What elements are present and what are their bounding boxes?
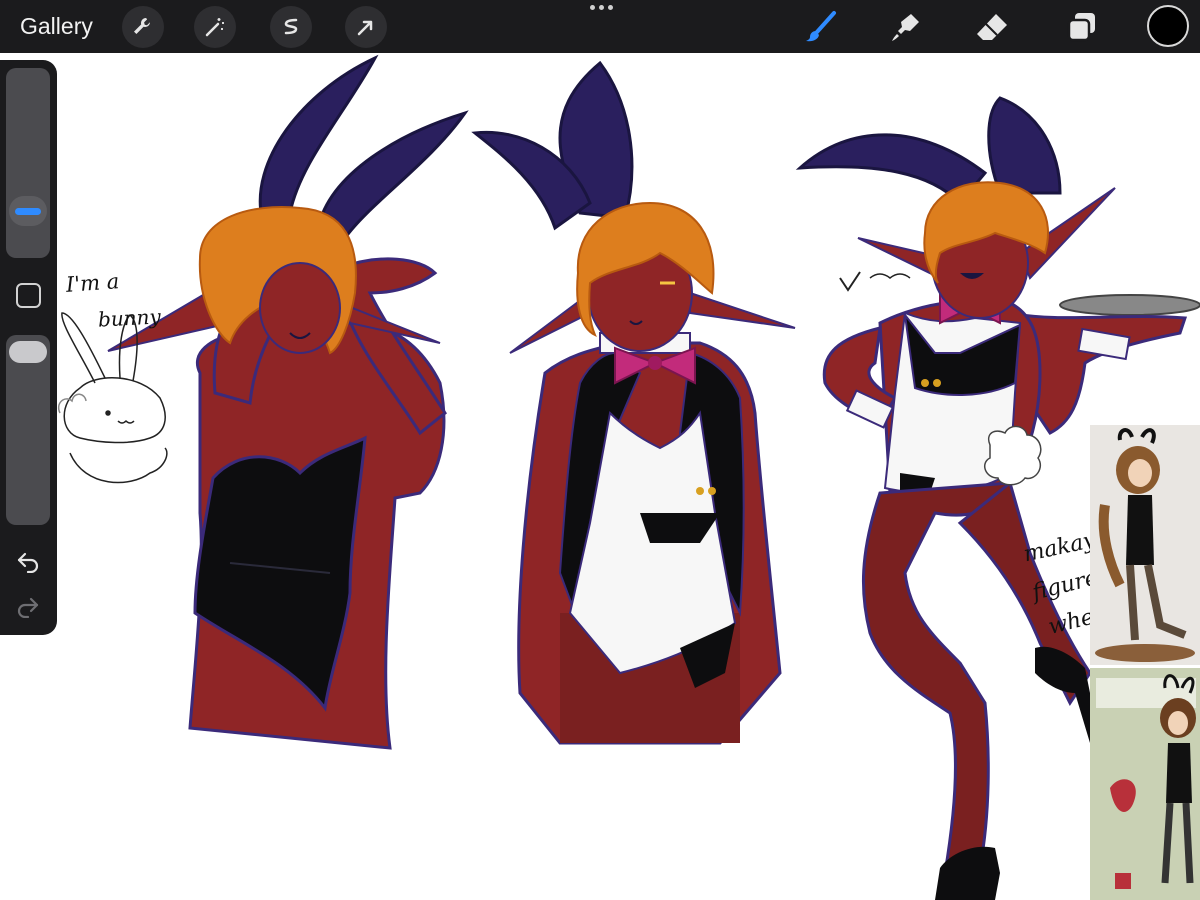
drawing-canvas[interactable]: I'm a bunny makayla figure when [0, 53, 1200, 900]
brush-opacity-thumb[interactable] [9, 341, 47, 363]
smudge-icon[interactable] [886, 8, 926, 46]
redo-icon[interactable] [14, 595, 42, 619]
note-im-a: I'm a [65, 269, 120, 297]
layers-icon[interactable] [1062, 8, 1102, 46]
top-toolbar: Gallery [0, 0, 1200, 53]
figure-2 [471, 60, 796, 745]
magic-wand-icon[interactable] [194, 6, 236, 48]
modify-button[interactable] [16, 283, 41, 308]
reference-photo-box [1090, 668, 1200, 900]
more-options-icon[interactable] [587, 5, 615, 15]
selection-icon[interactable] [270, 6, 312, 48]
left-sidebar [0, 60, 57, 635]
undo-icon[interactable] [14, 550, 42, 574]
transform-arrow-icon[interactable] [345, 6, 387, 48]
color-picker-swatch[interactable] [1147, 5, 1189, 47]
brush-opacity-slider[interactable] [6, 335, 50, 525]
wrench-icon[interactable] [122, 6, 164, 48]
note-bunny: bunny [97, 304, 162, 332]
eraser-icon[interactable] [972, 8, 1012, 46]
brush-size-thumb[interactable] [9, 196, 47, 226]
brush-size-slider[interactable] [6, 68, 50, 258]
artwork [58, 54, 1200, 900]
brush-icon[interactable] [800, 8, 840, 46]
reference-photo-figure [1090, 425, 1200, 665]
gallery-button[interactable]: Gallery [20, 12, 93, 40]
